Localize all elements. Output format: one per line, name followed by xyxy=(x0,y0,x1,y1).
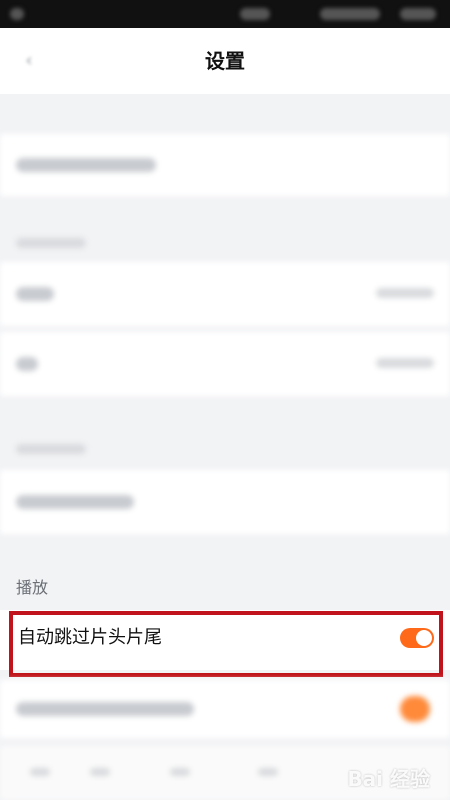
list-item xyxy=(0,680,450,738)
list-item xyxy=(0,470,450,534)
status-icon xyxy=(400,8,436,20)
section-header-playback: 播放 xyxy=(0,560,450,608)
blurred-settings-area xyxy=(0,94,450,554)
list-item xyxy=(0,332,450,396)
list-item xyxy=(0,262,450,326)
skip-intro-outro-toggle[interactable] xyxy=(400,628,434,648)
watermark: Bai 经验 xyxy=(347,767,430,791)
status-icon xyxy=(320,8,380,20)
setting-label: 自动跳过片头片尾 xyxy=(18,627,162,648)
status-icon xyxy=(240,8,270,20)
page-title: 设置 xyxy=(205,49,245,73)
setting-skip-intro-outro[interactable]: 自动跳过片头片尾 xyxy=(0,610,450,670)
status-bar xyxy=(0,0,450,28)
list-item xyxy=(0,134,450,196)
section-label: 播放 xyxy=(16,578,49,597)
status-icon xyxy=(10,8,24,20)
app-header: ‹ 设置 xyxy=(0,28,450,94)
toggle-knob xyxy=(416,630,432,646)
